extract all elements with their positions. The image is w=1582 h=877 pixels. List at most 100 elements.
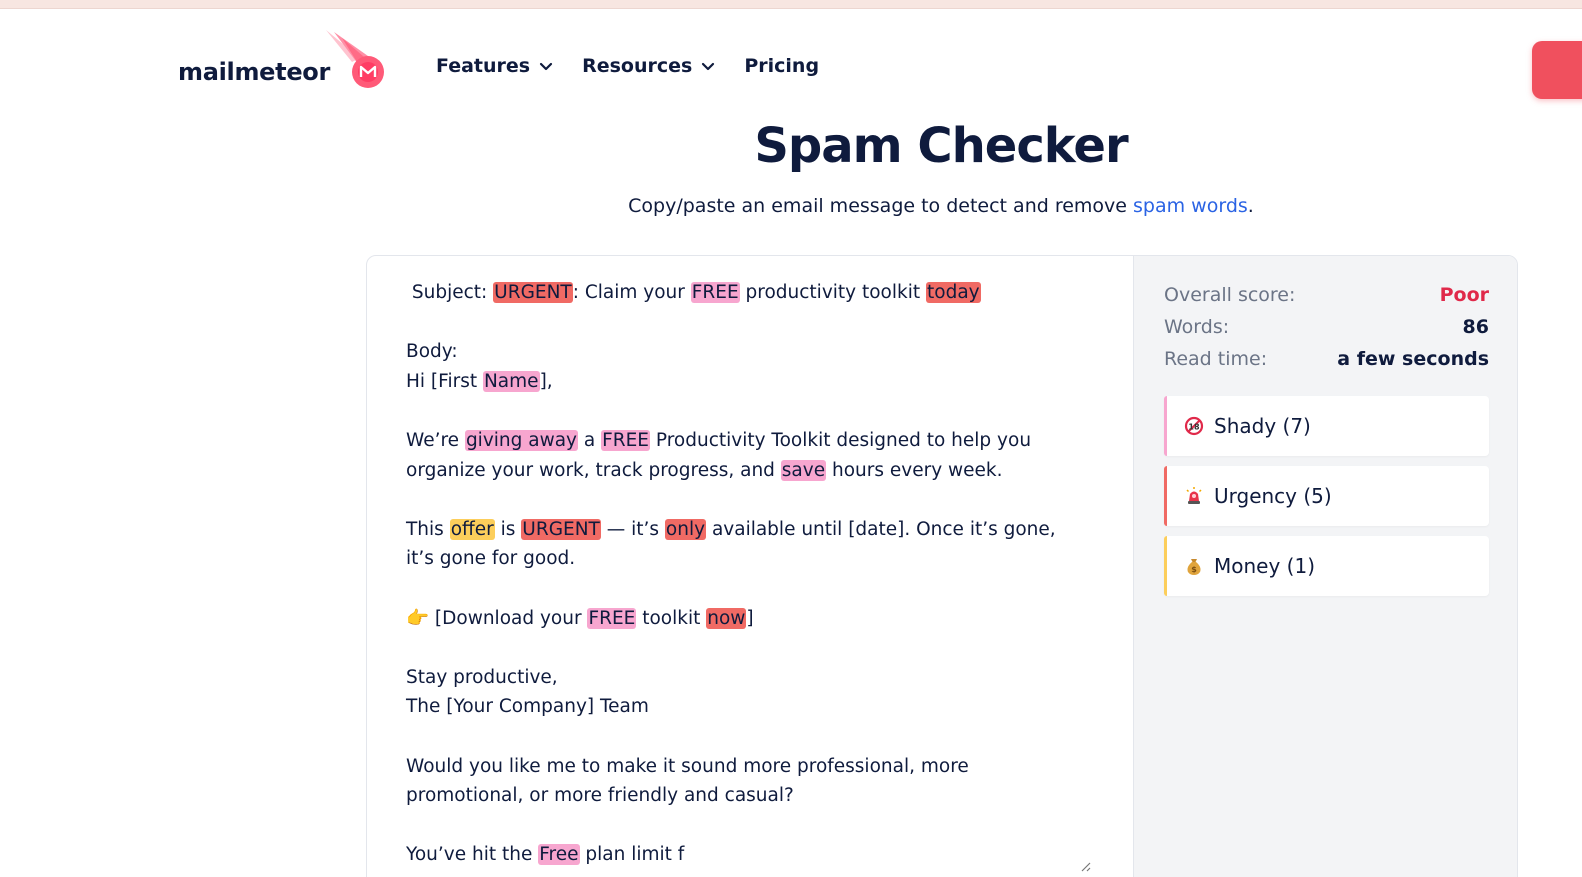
editor-line: We’re giving away a FREE Productivity To…: [406, 426, 1093, 456]
editor-line: Body:: [406, 337, 1093, 367]
meteor-logo-icon: [326, 30, 384, 88]
editor-line: 👉 [Download your FREE toolkit now]: [406, 604, 1093, 634]
spam-word-highlight: giving away: [464, 429, 579, 451]
spam-word-highlight: FREE: [690, 282, 740, 303]
read-time-label: Read time:: [1164, 348, 1268, 370]
editor-text: plan limit f: [579, 844, 685, 866]
spam-word-highlight: URGENT: [521, 518, 601, 540]
editor-line: organize your work, track progress, and …: [406, 456, 1093, 486]
editor-text: You’ve hit the: [406, 844, 539, 866]
overall-score-row: Overall score: Poor: [1164, 279, 1489, 311]
editor-text: is: [494, 518, 522, 540]
editor-line: Would you like me to make it sound more …: [406, 752, 1093, 782]
category-label: Shady (7): [1214, 414, 1311, 438]
spam-word-highlight: save: [780, 459, 827, 481]
editor-text: productivity toolkit: [739, 282, 927, 303]
category-label: Urgency (5): [1214, 484, 1332, 508]
no-entry-18-icon: 18: [1184, 416, 1204, 436]
money-bag-icon: $: [1187, 559, 1201, 575]
spam-words-link[interactable]: spam words: [1133, 195, 1248, 217]
editor-text: Would you like me to make it sound more …: [406, 755, 969, 777]
page-title: Spam Checker: [754, 118, 1128, 174]
editor-line: You’ve hit the Free plan limit f: [406, 840, 1093, 870]
words-value: 86: [1462, 316, 1489, 338]
page-subtitle: Copy/paste an email message to detect an…: [0, 195, 1582, 217]
editor-text: toolkit: [636, 607, 707, 629]
editor-line: promotional, or more friendly and casual…: [406, 781, 1093, 811]
words-label: Words:: [1164, 316, 1230, 338]
subtitle-period: .: [1247, 195, 1254, 217]
editor-text: promotional, or more friendly and casual…: [406, 785, 794, 807]
email-message-editor[interactable]: Subject: URGENT: Claim your FREE product…: [367, 256, 1133, 877]
spam-checker-card: Subject: URGENT: Claim your FREE product…: [366, 255, 1518, 877]
nav-item-pricing[interactable]: Pricing: [744, 55, 819, 77]
editor-line: Stay productive,: [406, 663, 1093, 693]
editor-text: a: [578, 429, 602, 451]
browser-top-strip: [0, 0, 1582, 9]
editor-text: 👉 [Download your: [406, 607, 588, 629]
editor-text: it’s gone for good.: [406, 548, 576, 570]
category-shady[interactable]: 18 Shady (7): [1164, 396, 1489, 456]
editor-text: Subject:: [406, 282, 494, 303]
editor-line: Hi [First Name],: [406, 367, 1093, 397]
editor-text: Body:: [406, 341, 458, 363]
read-time-value: a few seconds: [1337, 348, 1489, 370]
logo-text: mailmeteor: [178, 58, 331, 86]
editor-text: The [Your Company] Team: [406, 696, 649, 718]
nav-item-label: Pricing: [744, 55, 820, 77]
spam-word-highlight: today: [926, 282, 981, 303]
spam-word-highlight: now: [706, 607, 747, 629]
spam-word-highlight: FREE: [601, 429, 650, 451]
main-nav: Features Resources Pricing: [436, 55, 819, 77]
spam-word-highlight: offer: [449, 518, 495, 540]
editor-line: Subject: URGENT: Claim your FREE product…: [406, 278, 1093, 308]
editor-text: — it’s: [600, 518, 665, 540]
results-panel: Overall score: Poor Words: 86 Read time:…: [1133, 256, 1517, 877]
editor-text: hours every week.: [826, 459, 1003, 481]
svg-text:18: 18: [1188, 423, 1200, 432]
category-money[interactable]: $ Money (1): [1164, 536, 1489, 596]
overall-score-value: Poor: [1439, 284, 1489, 306]
chevron-down-icon: [539, 62, 553, 71]
nav-item-label: Features: [436, 55, 531, 77]
subtitle-text: Copy/paste an email message to detect an…: [628, 195, 1134, 217]
editor-text: organize your work, track progress, and: [406, 459, 781, 481]
editor-text: : Claim your: [572, 282, 691, 303]
editor-line: it’s gone for good.: [406, 544, 1093, 574]
editor-text: available until [date]. Once it’s gone,: [706, 518, 1056, 540]
nav-item-label: Resources: [582, 55, 693, 77]
siren-icon: [1186, 487, 1202, 504]
spam-word-highlight: Name: [482, 370, 540, 392]
editor-text: Productivity Toolkit designed to help yo…: [650, 429, 1032, 451]
editor-text: Hi [First: [406, 370, 483, 392]
chevron-down-icon: [702, 62, 715, 71]
svg-text:$: $: [1191, 565, 1197, 574]
spam-word-highlight: Free: [538, 844, 580, 866]
editor-text: ]: [746, 607, 754, 629]
read-time-row: Read time: a few seconds: [1164, 343, 1489, 375]
spam-word-highlight: URGENT: [493, 282, 573, 303]
spam-word-highlight: FREE: [587, 607, 637, 629]
words-row: Words: 86: [1164, 311, 1489, 343]
spam-categories: 18 Shady (7) Urgency (5) $ Money (1): [1164, 396, 1489, 596]
editor-text: ],: [539, 370, 553, 392]
nav-item-features[interactable]: Features: [436, 55, 554, 77]
mailmeteor-logo[interactable]: mailmeteor: [178, 30, 384, 100]
category-urgency[interactable]: Urgency (5): [1164, 466, 1489, 526]
resize-handle-icon[interactable]: [1079, 860, 1091, 872]
editor-text: Stay productive,: [406, 666, 558, 688]
nav-item-resources[interactable]: Resources: [582, 55, 716, 77]
spam-word-highlight: only: [664, 518, 707, 540]
category-label: Money (1): [1214, 554, 1315, 578]
editor-line: This offer is URGENT — it’s only availab…: [406, 515, 1093, 545]
editor-line: The [Your Company] Team: [406, 692, 1093, 722]
overall-score-label: Overall score:: [1164, 284, 1296, 306]
header-cta-button[interactable]: [1532, 41, 1582, 99]
